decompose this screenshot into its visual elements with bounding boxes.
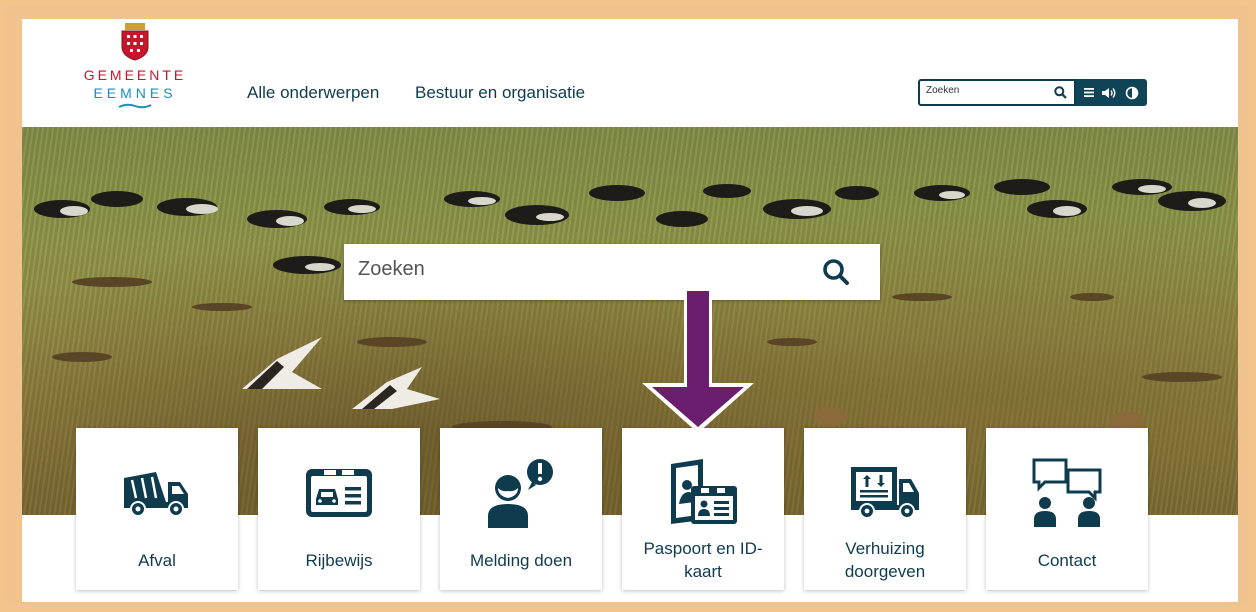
- contrast-icon[interactable]: [1125, 86, 1139, 100]
- search-icon[interactable]: [822, 258, 850, 291]
- accessibility-toolbar: [1076, 79, 1147, 106]
- hero-search-input[interactable]: [358, 258, 798, 281]
- garbage-truck-icon: [124, 472, 188, 517]
- tile-label-line2: kaart: [684, 562, 722, 581]
- tile-label: Rijbewijs: [305, 551, 373, 570]
- tile-label: Verhuizing doorgeven: [812, 537, 958, 583]
- site-header: GEMEENTE EEMNES Alle onderwerpen Bestuur…: [22, 19, 1238, 127]
- tile-melding-doen[interactable]: Melding doen: [440, 428, 602, 590]
- crest-icon: [121, 23, 149, 61]
- report-person-icon: [488, 459, 553, 528]
- header-search: [918, 79, 1076, 106]
- header-search-input[interactable]: [926, 85, 1046, 96]
- nav-bestuur-en-organisatie[interactable]: Bestuur en organisatie: [415, 83, 585, 103]
- logo-text-eemnes: EEMNES: [93, 85, 177, 101]
- driving-license-icon: [306, 469, 372, 517]
- tile-contact[interactable]: Contact: [986, 428, 1148, 590]
- tile-label: Contact: [1037, 551, 1097, 570]
- menu-icon[interactable]: [1083, 88, 1094, 97]
- tile-afval[interactable]: Afval: [76, 428, 238, 590]
- search-icon[interactable]: [1054, 86, 1067, 104]
- tile-paspoort-id-kaart[interactable]: Paspoort en ID- kaart: [622, 428, 784, 590]
- tile-label-line1: Verhuizing: [845, 539, 925, 558]
- tile-label-line1: Paspoort en ID-: [643, 539, 763, 558]
- hero-search: [344, 244, 880, 300]
- arrow-down-icon: [640, 287, 756, 440]
- tile-verhuizing-doorgeven[interactable]: Verhuizing doorgeven: [804, 428, 966, 590]
- logo-text-gemeente: GEMEENTE: [83, 67, 187, 83]
- nav-alle-onderwerpen[interactable]: Alle onderwerpen: [247, 83, 379, 103]
- tile-label: Melding doen: [469, 551, 573, 570]
- speaker-icon[interactable]: [1101, 87, 1117, 99]
- tile-label-line2: doorgeven: [844, 562, 926, 581]
- tile-label: Afval: [138, 551, 176, 570]
- wave-icon: [118, 103, 152, 109]
- webpage: GEMEENTE EEMNES Alle onderwerpen Bestuur…: [22, 19, 1238, 602]
- site-logo[interactable]: GEMEENTE EEMNES: [80, 23, 190, 123]
- moving-truck-icon: [851, 467, 919, 519]
- passport-id-icon: [671, 459, 737, 524]
- contact-chat-icon: [1032, 458, 1102, 527]
- tile-rijbewijs[interactable]: Rijbewijs: [258, 428, 420, 590]
- tile-label: Paspoort en ID- kaart: [630, 537, 776, 583]
